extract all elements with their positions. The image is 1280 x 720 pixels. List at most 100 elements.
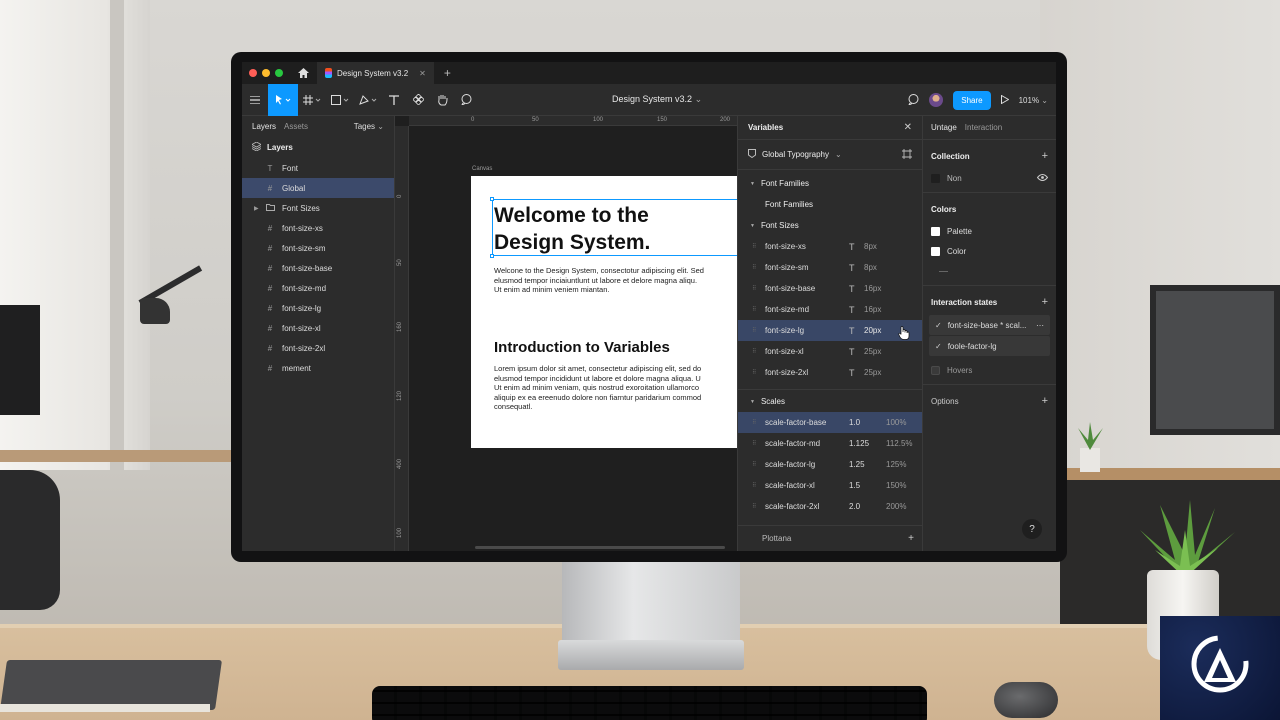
scale-row[interactable]: ⠿ scale-factor-xl 1.5 150% bbox=[738, 475, 922, 496]
variable-value[interactable]: 16px bbox=[864, 305, 881, 314]
plus-icon[interactable]: + bbox=[1042, 395, 1048, 407]
file-tab[interactable]: Design System v3.2 ✕ bbox=[317, 62, 434, 84]
tab-layers[interactable]: Layers bbox=[252, 122, 276, 131]
collection-selector[interactable]: Global Typography ⌄ bbox=[738, 140, 922, 170]
plus-icon[interactable]: + bbox=[1042, 150, 1048, 162]
tab-interaction[interactable]: Interaction bbox=[965, 123, 1002, 132]
more-icon[interactable]: ⋯ bbox=[1036, 321, 1044, 330]
group-font-families[interactable]: ▼ Font Families bbox=[738, 173, 922, 194]
tab-assets[interactable]: Assets bbox=[284, 122, 308, 131]
layer-item-font-size-md[interactable]: # font-size-md bbox=[242, 278, 394, 298]
scale-row[interactable]: ⠿ scale-factor-md 1.125 112.5% bbox=[738, 433, 922, 454]
minimize-window-button[interactable] bbox=[262, 69, 270, 77]
variable-value[interactable]: 20px bbox=[864, 326, 881, 335]
variable-row[interactable]: ⠿ font-size-2xl T 25px bbox=[738, 362, 922, 383]
layer-item-font-size-xs[interactable]: # font-size-xs bbox=[242, 218, 394, 238]
group-scales[interactable]: ▼ Scales bbox=[738, 391, 922, 412]
grid-view-icon[interactable] bbox=[902, 148, 912, 161]
scale-value[interactable]: 1.5 bbox=[849, 481, 860, 490]
scale-row-selected[interactable]: ⠿ scale-factor-base 1.0 100% bbox=[738, 412, 922, 433]
variable-value[interactable]: 8px bbox=[864, 242, 877, 251]
variable-row[interactable]: ⠿ font-size-md T 16px bbox=[738, 299, 922, 320]
scale-percent[interactable]: 150% bbox=[886, 481, 906, 490]
caret-right-icon[interactable]: ▶ bbox=[254, 205, 259, 212]
scale-value[interactable]: 2.0 bbox=[849, 502, 860, 511]
user-avatar[interactable] bbox=[929, 93, 944, 107]
add-variable-row[interactable]: Plottana + bbox=[738, 525, 924, 551]
selection-box[interactable] bbox=[490, 197, 737, 258]
scale-percent[interactable]: 125% bbox=[886, 460, 906, 469]
layer-item-font-size-2xl[interactable]: # font-size-2xl bbox=[242, 338, 394, 358]
variable-row[interactable]: ⠿ font-size-xs T 8px bbox=[738, 236, 922, 257]
layer-item-font-size-sm[interactable]: # font-size-sm bbox=[242, 238, 394, 258]
scale-value[interactable]: 1.125 bbox=[849, 439, 869, 448]
drag-handle-icon[interactable]: ⠿ bbox=[738, 348, 756, 355]
drag-handle-icon[interactable]: ⠿ bbox=[738, 285, 756, 292]
drag-handle-icon[interactable]: ⠿ bbox=[738, 482, 756, 489]
scale-percent[interactable]: 100% bbox=[886, 418, 906, 427]
scale-value[interactable]: 1.25 bbox=[849, 460, 865, 469]
variable-value[interactable]: 25px bbox=[864, 368, 881, 377]
frame-paragraph[interactable]: Welcone to the Design System, consectotu… bbox=[494, 266, 737, 295]
variable-row[interactable]: ⠿ font-size-base T 16px bbox=[738, 278, 922, 299]
variable-font-families[interactable]: Font Families bbox=[738, 194, 922, 215]
comment-tool-icon[interactable] bbox=[454, 84, 478, 116]
collection-item[interactable]: Non bbox=[923, 168, 1056, 188]
plus-icon[interactable]: + bbox=[908, 533, 914, 544]
drag-handle-icon[interactable]: ⠿ bbox=[738, 369, 756, 376]
drag-handle-icon[interactable]: ⠿ bbox=[738, 440, 756, 447]
zoom-level[interactable]: 101% ⌄ bbox=[1019, 96, 1048, 105]
layer-item-font-size-base[interactable]: # font-size-base bbox=[242, 258, 394, 278]
present-play-icon[interactable] bbox=[1000, 94, 1010, 106]
tab-untage[interactable]: Untage bbox=[931, 123, 957, 132]
scale-row[interactable]: ⠿ scale-factor-2xl 2.0 200% bbox=[738, 496, 922, 517]
move-tool-icon[interactable] bbox=[268, 83, 298, 116]
drag-handle-icon[interactable]: ⠿ bbox=[738, 306, 756, 313]
document-title[interactable]: Design System v3.2 ⌄ bbox=[612, 94, 702, 105]
color-item-empty[interactable] bbox=[923, 261, 1056, 281]
home-icon[interactable] bbox=[297, 67, 309, 79]
layer-item-global[interactable]: # Global bbox=[242, 178, 394, 198]
state-item[interactable]: ✓ font-size-base * scal... ⋯ bbox=[929, 315, 1050, 335]
variable-row-selected[interactable]: ⠿ font-size-lg T 20px bbox=[738, 320, 922, 341]
layer-item-font[interactable]: T Font bbox=[242, 158, 394, 178]
color-swatch[interactable] bbox=[931, 226, 940, 236]
comments-icon[interactable] bbox=[908, 93, 919, 107]
drag-handle-icon[interactable]: ⠿ bbox=[738, 243, 756, 250]
new-tab-icon[interactable]: + bbox=[444, 66, 451, 80]
layers-section-header[interactable]: Layers bbox=[242, 136, 394, 158]
frame-paragraph[interactable]: Lorem ipsum dolor sit amet, consectetur … bbox=[494, 364, 737, 412]
color-item-palette[interactable]: Palette bbox=[923, 221, 1056, 241]
color-item-color[interactable]: Color bbox=[923, 241, 1056, 261]
close-tab-icon[interactable]: ✕ bbox=[419, 69, 426, 78]
color-swatch[interactable] bbox=[931, 246, 940, 256]
scale-value[interactable]: 1.0 bbox=[849, 418, 860, 427]
scale-percent[interactable]: 112.5% bbox=[886, 439, 913, 448]
scale-percent[interactable]: 200% bbox=[886, 502, 906, 511]
shape-tool-icon[interactable] bbox=[326, 84, 354, 116]
maximize-window-button[interactable] bbox=[275, 69, 283, 77]
drag-handle-icon[interactable]: ⠿ bbox=[738, 327, 756, 334]
plus-icon[interactable]: + bbox=[1042, 296, 1048, 308]
state-item[interactable]: ✓ foole-factor-lg bbox=[929, 336, 1050, 356]
scale-row[interactable]: ⠿ scale-factor-lg 1.25 125% bbox=[738, 454, 922, 475]
canvas[interactable]: 0 50 100 150 200 0 50 160 120 400 100 Ca… bbox=[395, 116, 737, 551]
variable-value[interactable]: 8px bbox=[864, 263, 877, 272]
variable-value[interactable]: 16px bbox=[864, 284, 881, 293]
frame-tool-icon[interactable] bbox=[298, 84, 326, 116]
layer-item-font-size-xl[interactable]: # font-size-xl bbox=[242, 318, 394, 338]
drag-handle-icon[interactable]: ⠿ bbox=[738, 461, 756, 468]
hand-tool-icon[interactable] bbox=[430, 84, 454, 116]
frame-label[interactable]: Canvas bbox=[472, 166, 492, 172]
tags-dropdown[interactable]: Tages ⌄ bbox=[354, 122, 384, 131]
layer-item-font-size-lg[interactable]: # font-size-lg bbox=[242, 298, 394, 318]
resize-handle[interactable] bbox=[490, 254, 494, 258]
hovers-checkbox[interactable] bbox=[931, 365, 940, 375]
frame-subheading[interactable]: Introduction to Variables bbox=[494, 339, 670, 356]
variable-row[interactable]: ⠿ font-size-xl T 25px bbox=[738, 341, 922, 362]
pen-tool-icon[interactable] bbox=[354, 84, 382, 116]
layer-item-font-sizes[interactable]: ▶ Font Sizes bbox=[242, 198, 394, 218]
text-tool-icon[interactable] bbox=[382, 84, 406, 116]
design-frame[interactable]: Welcome to the Design System. Welcone to… bbox=[471, 176, 737, 448]
components-tool-icon[interactable] bbox=[406, 84, 430, 116]
